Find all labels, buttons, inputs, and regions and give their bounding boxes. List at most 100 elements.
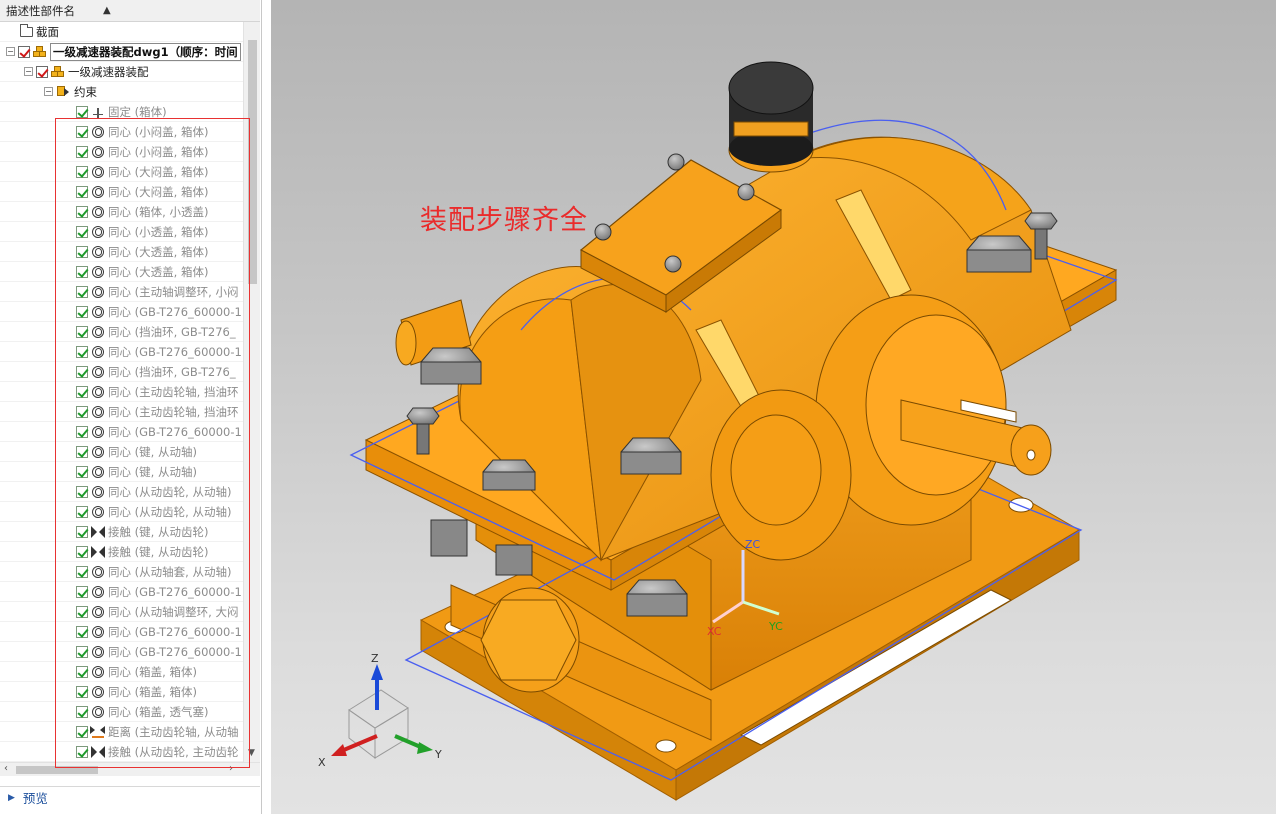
constraint-row[interactable]: 同心 (GB-T276_60000-1 [0,582,243,602]
folder-icon [18,23,34,39]
constraint-checkbox[interactable] [76,365,88,378]
vertical-scrollbar[interactable]: ▼ [243,22,260,762]
constraint-checkbox[interactable] [76,585,88,598]
breather-plug [728,61,814,173]
concentric-icon [90,125,106,139]
navigator-column-header[interactable]: 描述性部件名 ▲ [0,0,260,22]
touch-icon [90,745,106,759]
constraint-row[interactable]: 固定 (箱体) [0,102,243,122]
constraint-row[interactable]: 同心 (GB-T276_60000-1 [0,642,243,662]
preview-panel-toggle[interactable]: ▶ 预览 [0,786,260,808]
constraint-checkbox[interactable] [76,105,88,118]
constraint-checkbox[interactable] [76,485,88,498]
constraint-checkbox[interactable] [76,665,88,678]
constraint-row[interactable]: 接触 (键, 从动齿轮) [0,522,243,542]
constraint-row[interactable]: 同心 (箱盖, 透气塞) [0,702,243,722]
constraint-checkbox[interactable] [76,425,88,438]
collapse-icon[interactable]: − [6,47,15,56]
constraint-row[interactable]: 同心 (小闷盖, 箱体) [0,122,243,142]
constraint-row[interactable]: 同心 (箱体, 小透盖) [0,202,243,222]
sort-ascending-icon[interactable]: ▲ [103,5,111,16]
constraint-row[interactable]: 同心 (GB-T276_60000-1 [0,342,243,362]
constraint-checkbox[interactable] [76,205,88,218]
constraint-checkbox[interactable] [76,325,88,338]
scroll-down-icon[interactable]: ▼ [248,748,255,758]
collapse-icon[interactable]: − [44,87,53,96]
constraint-checkbox[interactable] [76,725,88,738]
graphics-viewport[interactable]: ZC XC YC Z X Y 装配步骤齐全 [271,0,1276,814]
constraint-row[interactable]: 同心 (主动轴调整环, 小闷 [0,282,243,302]
constraint-row[interactable]: 同心 (大闷盖, 箱体) [0,162,243,182]
constraint-checkbox[interactable] [76,565,88,578]
constraint-row[interactable]: 接触 (从动齿轮, 主动齿轮 [0,742,243,762]
constraint-row[interactable]: 同心 (键, 从动轴) [0,462,243,482]
constraint-checkbox[interactable] [76,465,88,478]
constraint-checkbox[interactable] [76,685,88,698]
concentric-icon [90,685,106,699]
constraint-checkbox[interactable] [76,625,88,638]
constraint-checkbox[interactable] [76,405,88,418]
scroll-left-icon[interactable]: ‹ [4,763,8,774]
constraint-row[interactable]: 同心 (大透盖, 箱体) [0,262,243,282]
tree-node[interactable]: − 一级减速器装配dwg1（顺序：时间 [0,42,243,62]
constraint-checkbox[interactable] [76,385,88,398]
triad-z-label: Z [371,652,379,665]
visibility-checkbox[interactable] [18,45,30,58]
tree-node[interactable]: 截面 [0,22,243,42]
scrollbar-thumb[interactable] [16,766,98,774]
constraint-row[interactable]: 同心 (小透盖, 箱体) [0,222,243,242]
constraint-row[interactable]: 同心 (主动齿轮轴, 挡油环 [0,402,243,422]
scrollbar-thumb[interactable] [248,40,257,284]
constraint-row[interactable]: 同心 (GB-T276_60000-1 [0,422,243,442]
constraint-row[interactable]: 同心 (从动齿轮, 从动轴) [0,502,243,522]
constraint-checkbox[interactable] [76,525,88,538]
constraint-checkbox[interactable] [76,145,88,158]
constraint-checkbox[interactable] [76,165,88,178]
constraint-row[interactable]: 同心 (主动齿轮轴, 挡油环 [0,382,243,402]
csys-yc-label: YC [768,620,783,633]
constraint-row[interactable]: 同心 (小闷盖, 箱体) [0,142,243,162]
constraint-row[interactable]: 同心 (大透盖, 箱体) [0,242,243,262]
constraint-checkbox[interactable] [76,285,88,298]
constraint-checkbox[interactable] [76,185,88,198]
tree-node[interactable]: − 约束 [0,82,243,102]
constraint-checkbox[interactable] [76,545,88,558]
constraint-checkbox[interactable] [76,345,88,358]
constraint-checkbox[interactable] [76,445,88,458]
constraint-checkbox[interactable] [76,745,88,758]
bearing-boss-small [710,389,852,561]
constraint-checkbox[interactable] [76,645,88,658]
constraint-row[interactable]: 同心 (GB-T276_60000-1 [0,622,243,642]
constraint-checkbox[interactable] [76,225,88,238]
constraint-row[interactable]: 同心 (从动轴调整环, 大闷 [0,602,243,622]
constraint-row[interactable]: 同心 (GB-T276_60000-1 [0,302,243,322]
constraint-row[interactable]: 距离 (主动齿轮轴, 从动轴 [0,722,243,742]
horizontal-scrollbar[interactable]: ‹ › [0,762,260,776]
concentric-icon [90,245,106,259]
constraint-row[interactable]: 同心 (从动轴套, 从动轴) [0,562,243,582]
constraint-row[interactable]: 同心 (箱盖, 箱体) [0,662,243,682]
constraint-row[interactable]: 同心 (从动齿轮, 从动轴) [0,482,243,502]
concentric-icon [90,565,106,579]
constraint-checkbox[interactable] [76,245,88,258]
scroll-right-icon[interactable]: › [229,763,233,774]
constraint-checkbox[interactable] [76,705,88,718]
constraint-checkbox[interactable] [76,265,88,278]
collapse-icon[interactable]: − [24,67,33,76]
tree-node-label: 同心 (小闷盖, 箱体) [108,124,209,139]
tree-node[interactable]: − 一级减速器装配 [0,62,243,82]
constraint-row[interactable]: 同心 (挡油环, GB-T276_ [0,362,243,382]
constraint-row[interactable]: 同心 (大闷盖, 箱体) [0,182,243,202]
view-triad[interactable]: Z X Y [318,652,442,769]
constraint-row[interactable]: 同心 (挡油环, GB-T276_ [0,322,243,342]
visibility-checkbox[interactable] [36,65,48,78]
constraint-checkbox[interactable] [76,305,88,318]
concentric-icon [90,585,106,599]
constraint-row[interactable]: 同心 (箱盖, 箱体) [0,682,243,702]
constraint-checkbox[interactable] [76,605,88,618]
concentric-icon [90,225,106,239]
constraint-checkbox[interactable] [76,125,88,138]
constraint-row[interactable]: 同心 (键, 从动轴) [0,442,243,462]
constraint-checkbox[interactable] [76,505,88,518]
constraint-row[interactable]: 接触 (键, 从动齿轮) [0,542,243,562]
